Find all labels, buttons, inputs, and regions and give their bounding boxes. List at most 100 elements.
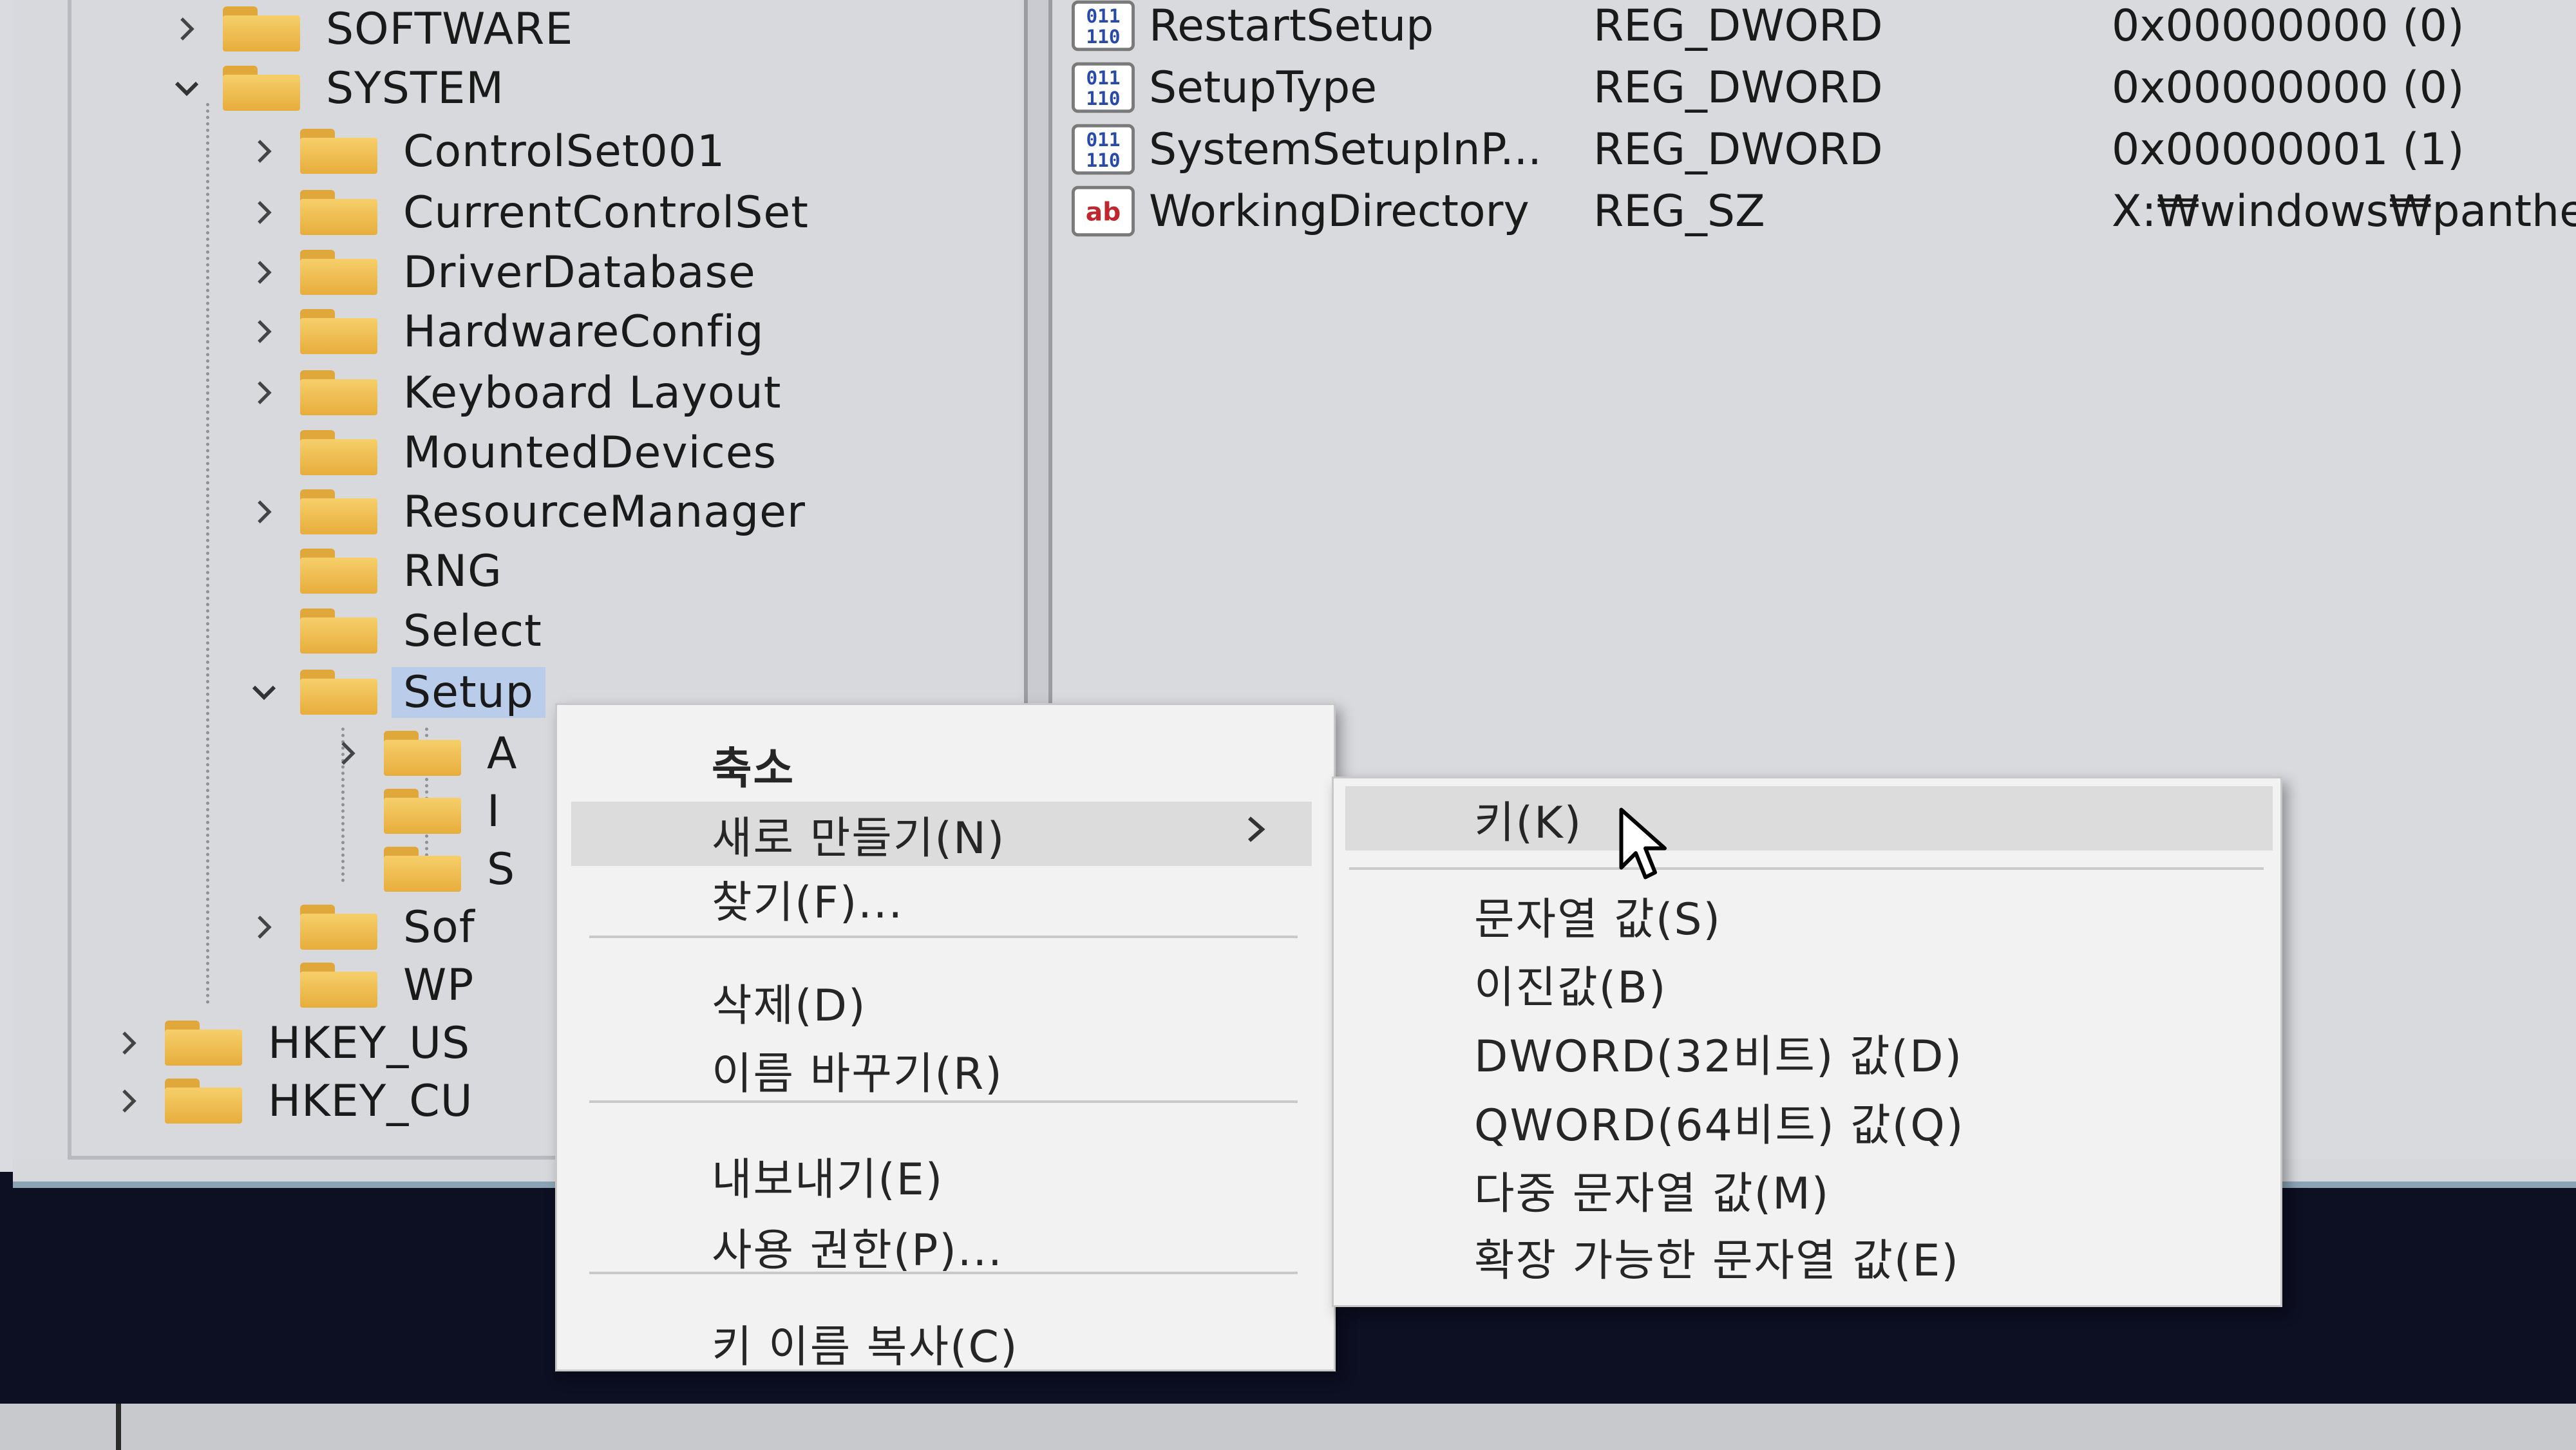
tree-item[interactable]: SOFTWARE [167, 0, 573, 58]
chevron-right-icon[interactable] [245, 132, 283, 171]
value-name: SetupType [1149, 62, 1378, 113]
svg-text:011: 011 [1086, 129, 1120, 151]
svg-text:110: 110 [1086, 149, 1120, 171]
svg-text:011: 011 [1086, 5, 1120, 27]
submenu-item[interactable]: 이진값(B) [1334, 951, 2274, 1015]
value-name: WorkingDirectory [1149, 185, 1530, 237]
folder-icon [165, 1078, 242, 1124]
tree-item-label: S [487, 843, 516, 895]
submenu-item[interactable]: 키(K) [1345, 786, 2273, 851]
menu-item-label: 사용 권한(P)... [712, 1225, 1003, 1276]
chevron-right-icon[interactable] [109, 1024, 148, 1062]
string-value-icon: ab [1072, 185, 1135, 238]
tree-item-label: Setup [392, 666, 545, 718]
folder-icon [300, 670, 377, 715]
menu-item-label: 키(K) [1474, 797, 1583, 849]
folder-icon [300, 608, 377, 654]
context-menu-item[interactable]: 사용 권한(P)... [557, 1214, 1330, 1278]
chevron-right-icon[interactable] [245, 193, 283, 232]
value-row[interactable]: 011 110 SystemSetupInP... REG_DWORD 0x000000… [1072, 118, 2576, 180]
menu-separator [589, 936, 1298, 938]
folder-icon [300, 370, 377, 415]
context-menu-item[interactable]: 키 이름 복사(C) [557, 1310, 1330, 1375]
tree-item[interactable]: CurrentControlSet [245, 184, 809, 241]
chevron-right-icon[interactable] [245, 908, 283, 946]
tree-item[interactable]: MountedDevices [245, 424, 777, 482]
tree-item[interactable]: Setup [245, 663, 545, 721]
tree-item[interactable]: HardwareConfig [245, 303, 764, 361]
chevron-right-icon[interactable] [245, 493, 283, 531]
mouse-cursor-icon [1619, 807, 1667, 880]
tree-item[interactable]: HKEY_US [109, 1014, 470, 1072]
chevron-right-icon[interactable] [245, 253, 283, 292]
value-row[interactable]: ab WorkingDirectory REG_SZ X:₩windows₩panth… [1072, 180, 2576, 242]
context-menu-item[interactable]: 새로 만들기(N) [571, 802, 1312, 866]
chevron-right-icon[interactable] [328, 734, 367, 773]
tree-item[interactable]: S [328, 840, 515, 898]
menu-item-label: 축소 [712, 743, 795, 795]
menu-item-label: 찾기(F)... [712, 877, 904, 928]
folder-icon [223, 66, 300, 111]
value-data: 0x00000000 (0) [2112, 62, 2465, 113]
value-name: RestartSetup [1149, 0, 1434, 52]
chevron-down-icon[interactable] [245, 673, 283, 711]
tree-item-label: I [487, 786, 501, 837]
chevron-right-icon[interactable] [245, 312, 283, 351]
chevron-right-icon[interactable] [245, 373, 283, 412]
tree-item-label: SYSTEM [326, 62, 505, 114]
context-menu-item[interactable]: 삭제(D) [557, 969, 1330, 1033]
context-menu-item[interactable]: 찾기(F)... [557, 866, 1330, 930]
tree-item[interactable]: I [328, 782, 500, 840]
svg-text:110: 110 [1086, 26, 1120, 48]
tree-item-label: HardwareConfig [403, 306, 764, 357]
value-data: X:₩windows₩panthe [2112, 185, 2576, 237]
submenu-item[interactable]: 확장 가능한 문자열 값(E) [1334, 1224, 2274, 1288]
tree-item-label: Sof [403, 901, 475, 953]
submenu-item[interactable]: DWORD(32비트) 값(D) [1334, 1020, 2274, 1084]
chevron-right-icon[interactable] [109, 1082, 148, 1120]
tree-item[interactable]: Select [245, 602, 542, 660]
tree-item-label: HKEY_CU [268, 1075, 473, 1127]
folder-icon [300, 905, 377, 950]
value-type: REG_DWORD [1593, 124, 1883, 175]
submenu-item[interactable]: 다중 문자열 값(M) [1334, 1157, 2274, 1221]
tree-item-label: RNG [403, 545, 502, 597]
tree-item[interactable]: Sof [245, 898, 475, 956]
chevron-down-icon[interactable] [167, 69, 206, 108]
menu-item-label: 내보내기(E) [712, 1154, 944, 1205]
folder-icon [165, 1021, 242, 1066]
tree-item-label: Keyboard Layout [403, 367, 782, 419]
menu-item-label: 키 이름 복사(C) [712, 1321, 1019, 1373]
context-menu-item[interactable]: 내보내기(E) [557, 1143, 1330, 1207]
tree-item[interactable]: RNG [245, 542, 502, 600]
chevron-right-icon[interactable] [167, 10, 206, 48]
tree-item[interactable]: A [328, 724, 518, 782]
folder-icon [384, 731, 461, 776]
value-name: SystemSetupInP... [1149, 124, 1542, 175]
folder-icon [300, 963, 377, 1008]
menu-item-label: QWORD(64비트) 값(Q) [1474, 1100, 1965, 1151]
menu-item-label: 확장 가능한 문자열 값(E) [1474, 1235, 1960, 1286]
tree-item[interactable]: Keyboard Layout [245, 364, 781, 422]
tree-item[interactable]: ResourceManager [245, 483, 806, 541]
folder-icon [300, 549, 377, 594]
submenu-item[interactable]: 문자열 값(S) [1334, 883, 2274, 947]
binary-value-icon: 011 110 [1072, 0, 1135, 52]
tree-item[interactable]: WP [245, 956, 474, 1014]
tree-item-label: ControlSet001 [403, 126, 726, 177]
tree-item[interactable]: DriverDatabase [245, 243, 756, 301]
context-menu-item[interactable]: 이름 바꾸기(R) [557, 1037, 1330, 1102]
tree-item[interactable]: ControlSet001 [245, 122, 725, 180]
value-row[interactable]: 011 110 SetupType REG_DWORD 0x00000000 (0) [1072, 57, 2576, 118]
tree-item[interactable]: SYSTEM [167, 59, 504, 117]
tree-item[interactable]: HKEY_CU [109, 1072, 473, 1130]
tree-item-label: A [487, 728, 518, 779]
value-row[interactable]: 011 110 RestartSetup REG_DWORD 0x00000000 (0… [1072, 0, 2576, 57]
folder-icon [384, 847, 461, 892]
menu-item-label: 이름 바꾸기(R) [712, 1048, 1003, 1100]
submenu-item[interactable]: QWORD(64비트) 값(Q) [1334, 1089, 2274, 1153]
context-menu-item[interactable]: 축소 [557, 732, 1330, 796]
